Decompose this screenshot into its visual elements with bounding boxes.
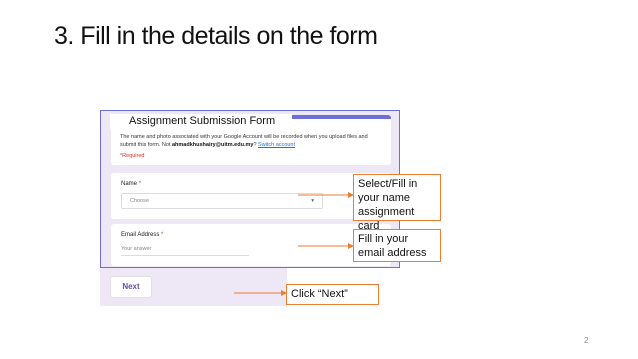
name-select-value: Choose bbox=[130, 198, 149, 204]
form-title: Assignment Submission Form bbox=[129, 115, 276, 127]
switch-account-link[interactable]: Switch account bbox=[258, 142, 295, 148]
required-marker: * bbox=[161, 232, 164, 238]
next-button[interactable]: Next bbox=[110, 276, 152, 298]
name-label-text: Name bbox=[121, 181, 138, 187]
callout-select-name: Select/Fill in your name assignment card bbox=[353, 174, 441, 232]
form-footer: Next bbox=[100, 268, 287, 306]
email-question-card: Email Address * Your answer bbox=[111, 224, 391, 266]
email-input[interactable]: Your answer bbox=[121, 244, 249, 256]
slide-title: 3. Fill in the details on the form bbox=[54, 22, 378, 50]
email-question-label: Email Address * bbox=[121, 232, 163, 238]
callout-fill-email: Fill in your email address bbox=[353, 229, 441, 262]
email-label-text: Email Address bbox=[121, 232, 160, 238]
chevron-down-icon: ▾ bbox=[311, 198, 314, 204]
form-description: The name and photo associated with your … bbox=[120, 133, 385, 149]
callout-click-next: Click “Next” bbox=[286, 284, 379, 305]
page-number: 2 bbox=[584, 336, 589, 345]
required-note: *Required bbox=[120, 153, 145, 159]
name-question-label: Name * bbox=[121, 181, 141, 187]
required-marker: * bbox=[138, 181, 142, 187]
account-email: ahmadkhushairy@uitm.edu.my bbox=[171, 142, 254, 148]
name-select-dropdown[interactable]: Choose ▾ bbox=[121, 193, 323, 209]
name-question-card: Name * Choose ▾ bbox=[111, 173, 391, 219]
